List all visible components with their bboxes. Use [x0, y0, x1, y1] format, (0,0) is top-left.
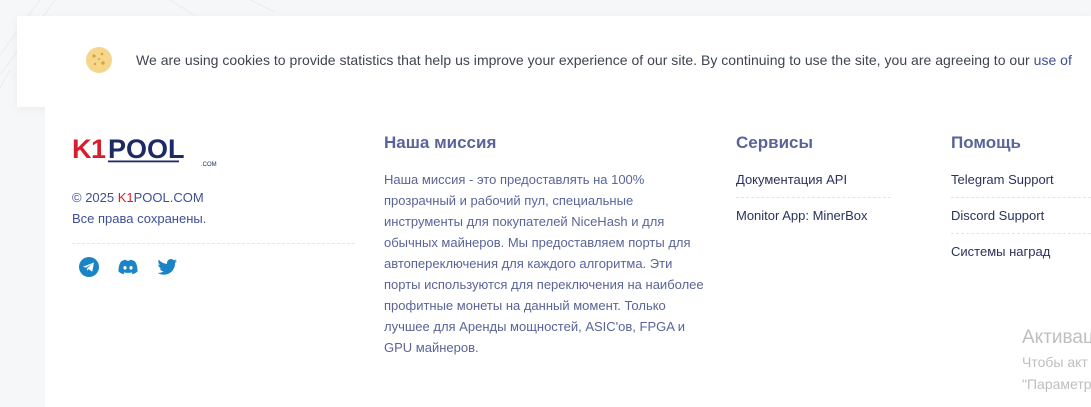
cookie-message-text: We are using cookies to provide statisti… [136, 52, 1034, 68]
help-item-rewards[interactable]: Системы наград [951, 234, 1091, 270]
cookie-message: We are using cookies to provide statisti… [136, 51, 1072, 69]
activation-line-3: "Параметр [1022, 376, 1091, 392]
help-title: Помощь [951, 133, 1021, 152]
cookie-policy-link[interactable]: use of [1034, 52, 1072, 68]
k1pool-logo[interactable]: K 1 POOL .COM [72, 134, 222, 168]
svg-text:POOL: POOL [108, 134, 185, 164]
discord-icon[interactable] [116, 255, 140, 279]
svg-text:1: 1 [91, 134, 106, 164]
site-footer: K 1 POOL .COM © 2025 K1POOL.COM Все прав… [45, 107, 1091, 407]
svg-text:K: K [72, 134, 92, 164]
brand-rest: POOL.COM [133, 190, 204, 205]
help-menu: Telegram Support Discord Support Системы… [951, 162, 1091, 270]
services-title: Сервисы [736, 133, 813, 152]
cookie-icon [86, 47, 112, 73]
mission-text: Наша миссия - это предоставлять на 100% … [384, 172, 704, 355]
copyright-block: © 2025 K1POOL.COM Все права сохранены. [72, 187, 206, 229]
services-item-api-docs[interactable]: Документация API [736, 162, 891, 198]
cookie-consent-banner: We are using cookies to provide statisti… [17, 16, 1091, 107]
mission-title: Наша миссия [384, 133, 497, 152]
copyright-prefix: © 2025 [72, 190, 118, 205]
rights-reserved: Все права сохранены. [72, 211, 207, 226]
windows-activation-watermark: Активац Чтобы акт "Параметр [1022, 325, 1091, 395]
activation-line-2: Чтобы акт [1022, 354, 1088, 370]
telegram-icon[interactable] [77, 255, 101, 279]
brand-k1: K1 [117, 190, 134, 205]
services-item-minerbox[interactable]: Monitor App: MinerBox [736, 198, 891, 234]
twitter-icon[interactable] [155, 255, 179, 279]
activation-line-1: Активац [1022, 327, 1091, 348]
footer-divider [72, 243, 355, 244]
help-item-discord-support[interactable]: Discord Support [951, 198, 1091, 234]
help-item-telegram-support[interactable]: Telegram Support [951, 162, 1091, 198]
services-menu: Документация API Monitor App: MinerBox [736, 162, 891, 234]
svg-text:.COM: .COM [201, 162, 217, 168]
copyright-line: © 2025 K1POOL.COM [72, 187, 206, 208]
